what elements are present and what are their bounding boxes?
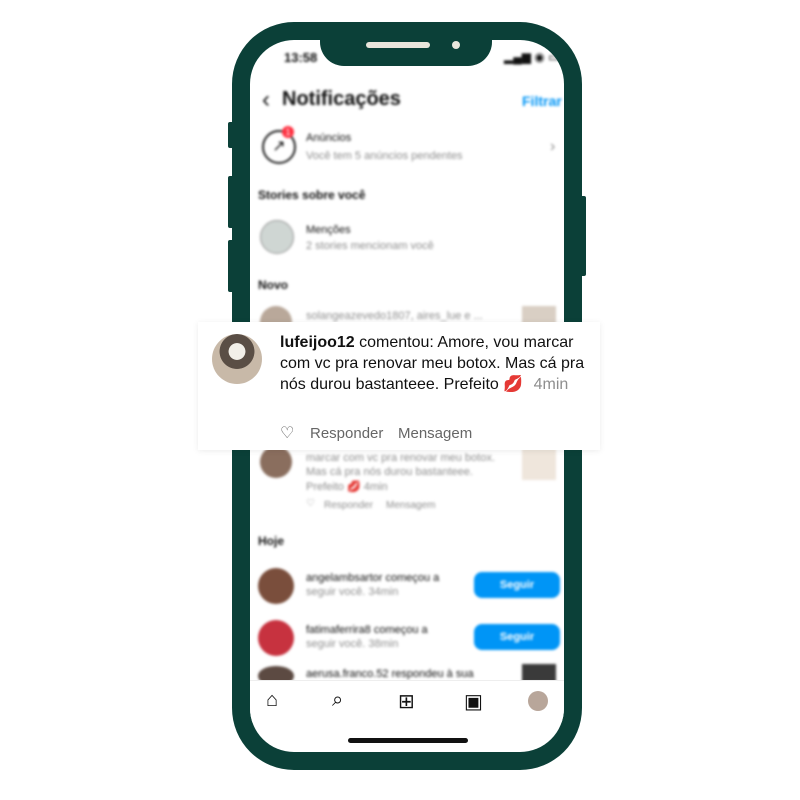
today-item-2-line1: fatimaferrira8 começou a (306, 624, 428, 636)
popup-time: 4min (533, 376, 569, 393)
comment-notification-popup[interactable]: lufeijoo12 comentou: Amore, vou marcar c… (198, 322, 600, 450)
profile-icon[interactable] (528, 691, 548, 711)
status-time: 13:58 (284, 50, 318, 65)
add-icon[interactable]: ⊞ (398, 689, 415, 714)
side-button-silent (228, 122, 234, 148)
comment-thumbnail[interactable] (522, 446, 556, 480)
back-arrow-icon[interactable]: ‹ (262, 88, 270, 112)
status-icons: ▂▄▆ ◉ ▭ (504, 50, 560, 64)
reels-icon[interactable]: ▣ (464, 689, 483, 714)
popup-avatar[interactable] (212, 334, 262, 384)
side-button-volume-down (228, 240, 234, 292)
home-icon[interactable]: ⌂ (266, 689, 278, 712)
search-icon[interactable]: ⌕ (332, 689, 343, 712)
popup-reply-button[interactable]: Responder (310, 425, 383, 442)
ads-badge: 1 (282, 126, 294, 138)
popup-message-button[interactable]: Mensagem (398, 425, 472, 442)
like-heart-icon[interactable]: ♡ (280, 423, 294, 443)
new-section-title: Novo (258, 278, 288, 292)
mentions-avatar[interactable] (260, 220, 294, 254)
popup-comment-text: lufeijoo12 comentou: Amore, vou marcar c… (280, 332, 592, 395)
stories-section-title: Stories sobre você (258, 188, 366, 202)
popup-username[interactable]: lufeijoo12 (280, 334, 355, 351)
today-item-3-line1: aerusa.franco.52 respondeu à sua (306, 668, 474, 680)
today-avatar-1[interactable] (258, 568, 294, 604)
comment-line-2: Mas cá pra nós durou bastanteee. (306, 466, 473, 478)
filter-button[interactable]: Filtrar (522, 93, 562, 109)
phone-notch (320, 22, 492, 66)
speaker-grille (366, 42, 430, 48)
today-item-1-line1: angelambsartor começou a (306, 572, 440, 584)
chevron-right-icon[interactable]: › (550, 138, 555, 156)
bottom-nav: ⌂ ⌕ ⊞ ▣ (250, 680, 564, 723)
page-title: Notificações (282, 88, 401, 110)
follow-button-1[interactable]: Seguir (474, 572, 560, 598)
follow-button-2[interactable]: Seguir (474, 624, 560, 650)
today-item-2-line2: seguir você. 38min (306, 638, 399, 650)
comment-line-1: marcar com vc pra renovar meu botox. (306, 452, 495, 464)
ads-title[interactable]: Anúncios (306, 132, 351, 144)
mentions-subtitle: 2 stories mencionam você (306, 240, 434, 252)
heart-icon[interactable]: ♡ (306, 498, 315, 509)
camera-dot (452, 41, 460, 49)
new-notification-text: solangeazevedo1807, aires_lue e ... (306, 310, 483, 322)
mentions-title[interactable]: Menções (306, 224, 351, 236)
today-item-1-line2: seguir você. 34min (306, 586, 399, 598)
home-indicator[interactable] (348, 738, 468, 743)
today-section-title: Hoje (258, 534, 285, 548)
comment-line-3: Prefeito 💋 4min (306, 481, 388, 493)
today-avatar-2[interactable] (258, 620, 294, 656)
reply-link[interactable]: Responder (324, 500, 373, 511)
ads-subtitle: Você tem 5 anúncios pendentes (306, 150, 463, 162)
message-link[interactable]: Mensagem (386, 500, 435, 511)
comment-avatar[interactable] (260, 446, 292, 478)
side-button-power (580, 196, 586, 276)
side-button-volume-up (228, 176, 234, 228)
